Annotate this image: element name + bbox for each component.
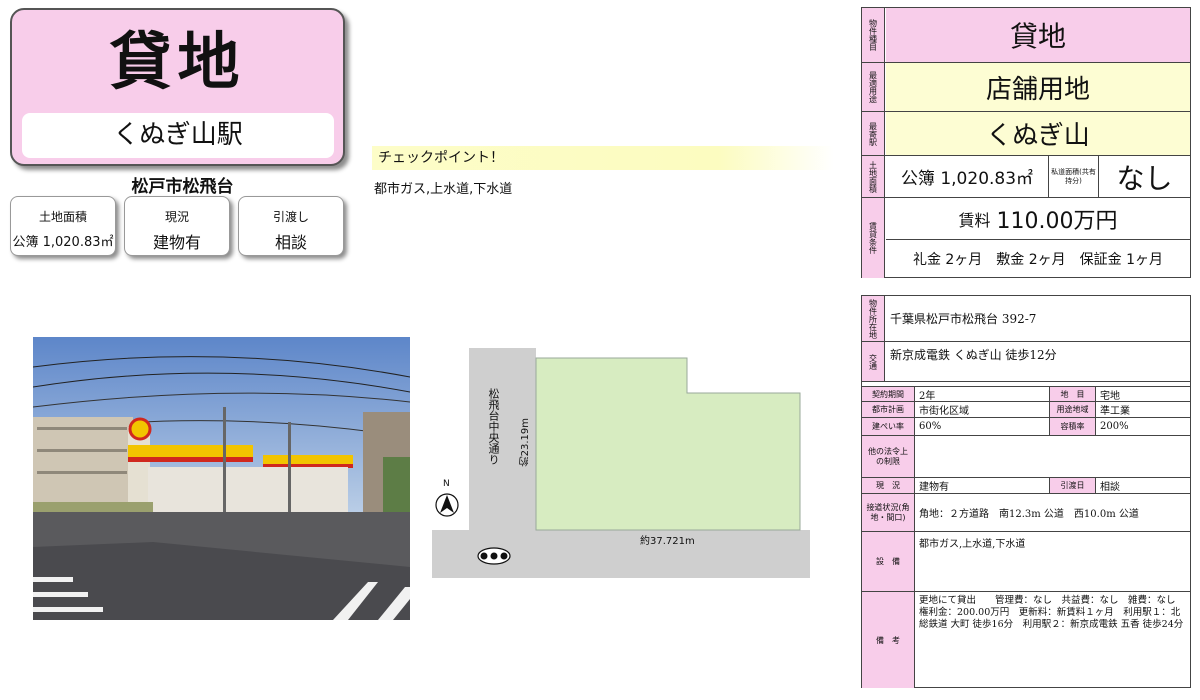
handover-label: 引渡日 [1050,478,1096,493]
city-plan-label: 都市計画 [862,402,915,417]
row-label: 交通 [862,342,885,381]
row-label: 最寄駅 [862,112,885,155]
land-category-value: 宅地 [1100,390,1120,402]
summary-status: 現況 建物有 [124,196,230,256]
row-other-restrictions: 他の法令上の制限 [862,436,1190,478]
access-value: 新京成電鉄 くぬぎ山 徒歩12分 [890,348,1057,362]
nearest-station-value: くぬぎ山 [886,112,1190,155]
station-name: くぬぎ山駅 [22,113,334,158]
bcr-value: 60% [915,418,1050,435]
row-label: 物件種目 [862,8,885,62]
row-facilities: 設 備 都市ガス,上水道,下水道 [862,532,1190,592]
property-photo [33,337,410,620]
summary-value: 相談 [274,233,307,252]
row-rent: 賃貸条件 賃料 110.00万円 礼金 2ヶ月 敷金 2ヶ月 保証金 1ヶ月 [862,198,1190,278]
land-category-label: 地 目 [1050,387,1096,401]
checkpoint-heading: チェックポイント！ [372,146,834,170]
row-label: 賃貸条件 [862,198,885,278]
city-name: 松戸市松飛台 [131,177,234,197]
row-building-coverage: 建ぺい率 60% 容積率 200% [862,418,1190,436]
bcr-label: 建ぺい率 [862,418,915,435]
handover-value: 相談 [1100,482,1120,493]
status-value: 建物有 [915,478,1050,493]
row-land-area: 土地面積 公簿 1,020.83㎡ 私道面積(共有持分) なし [862,156,1190,198]
row-nearest-station: 最寄駅 くぬぎ山 [862,112,1190,156]
row-best-use: 最適用途 店舗用地 [862,63,1190,112]
photo-illustration [33,337,410,620]
far-label: 容積率 [1050,418,1096,435]
road-name: 松飛台中央通り [487,388,500,465]
contract-label: 契約期間 [862,387,915,401]
row-access: 交通 新京成電鉄 くぬぎ山 徒歩12分 [862,342,1190,382]
city-plan-value: 市街化区域 [915,402,1050,417]
row-city-plan: 都市計画 市街化区域 用途地域 準工業 [862,402,1190,418]
other-restrictions-label: 他の法令上の制限 [862,436,915,477]
row-contract: 契約期間 2年 地 目 宅地 [862,386,1190,402]
summary-value: 公簿 1,020.83㎡ [12,235,114,250]
private-road-label: 私道面積(共有持分) [1049,156,1099,197]
row-property-type: 物件種目 貸地 [862,8,1190,63]
summary-label: 引渡し [272,210,309,224]
address-value: 千葉県松戸市松飛台 392-7 [890,312,1037,326]
other-restrictions-value [915,436,1190,477]
zoning-value: 準工業 [1100,406,1130,417]
zoning-label: 用途地域 [1050,402,1096,417]
summary-handover: 引渡し 相談 [238,196,344,256]
checkpoint-text: 都市ガス,上水道,下水道 [374,182,513,197]
plot-diagram: N 松飛台中央通り 約23.19m 約37.721m [432,348,810,595]
front-length-label: 約37.721m [640,536,695,547]
row-notes: 備 考 更地にて貸出 管理費：なし 共益費：なし 雑費：なし 権利金：200.0… [862,592,1190,688]
summary-label: 土地面積 [38,210,87,224]
row-address: 物件所在地 千葉県松戸市松飛台 392-7 [862,296,1190,342]
row-label: 物件所在地 [862,296,885,341]
rent-value: 110.00万円 [996,208,1118,234]
property-type-title: 貸地 [109,25,246,98]
plot-map [432,348,810,578]
side-length-label: 約23.19m [520,418,531,467]
facilities-label: 設 備 [862,532,915,591]
row-road-access: 接道状況(角地・間口) 角地：２方道路 南12.3m 公道 西10.0m 公道 [862,494,1190,532]
road-access-label: 接道状況(角地・間口) [862,494,915,531]
facilities-value: 都市ガス,上水道,下水道 [919,539,1026,550]
summary-value: 建物有 [152,233,201,252]
notes-value: 更地にて貸出 管理費：なし 共益費：なし 雑費：なし 権利金：200.00万円 … [919,595,1186,630]
row-label: 最適用途 [862,63,885,111]
private-road-value: なし [1116,161,1173,195]
road-access-value: 角地：２方道路 南12.3m 公道 西10.0m 公道 [919,509,1139,520]
far-value: 200% [1100,421,1129,432]
property-detail-panel: 物件所在地 千葉県松戸市松飛台 392-7 交通 新京成電鉄 くぬぎ山 徒歩12… [861,295,1191,688]
rent-line: 賃料 110.00万円 [886,198,1190,240]
property-type-value: 貸地 [886,8,1190,62]
row-label: 土地面積 [862,156,885,197]
deposit-terms: 礼金 2ヶ月 敷金 2ヶ月 保証金 1ヶ月 [912,252,1164,268]
north-label: N [443,479,450,489]
best-use-value: 店舗用地 [886,63,1190,111]
row-status: 現 況 建物有 引渡日 相談 [862,478,1190,494]
status-label: 現 況 [862,478,915,493]
summary-label: 現況 [164,210,189,224]
contract-value: 2年 [915,387,1050,402]
summary-land-area: 土地面積 公簿 1,020.83㎡ [10,196,116,256]
notes-label: 備 考 [862,592,915,688]
rent-prefix: 賃料 [958,210,991,230]
land-area-value: 公簿 1,020.83㎡ [886,156,1049,197]
property-summary-panel: 物件種目 貸地 最適用途 店舗用地 最寄駅 くぬぎ山 土地面積 公簿 1,020… [861,7,1191,278]
title-card: 貸地 くぬぎ山駅 [10,8,345,166]
